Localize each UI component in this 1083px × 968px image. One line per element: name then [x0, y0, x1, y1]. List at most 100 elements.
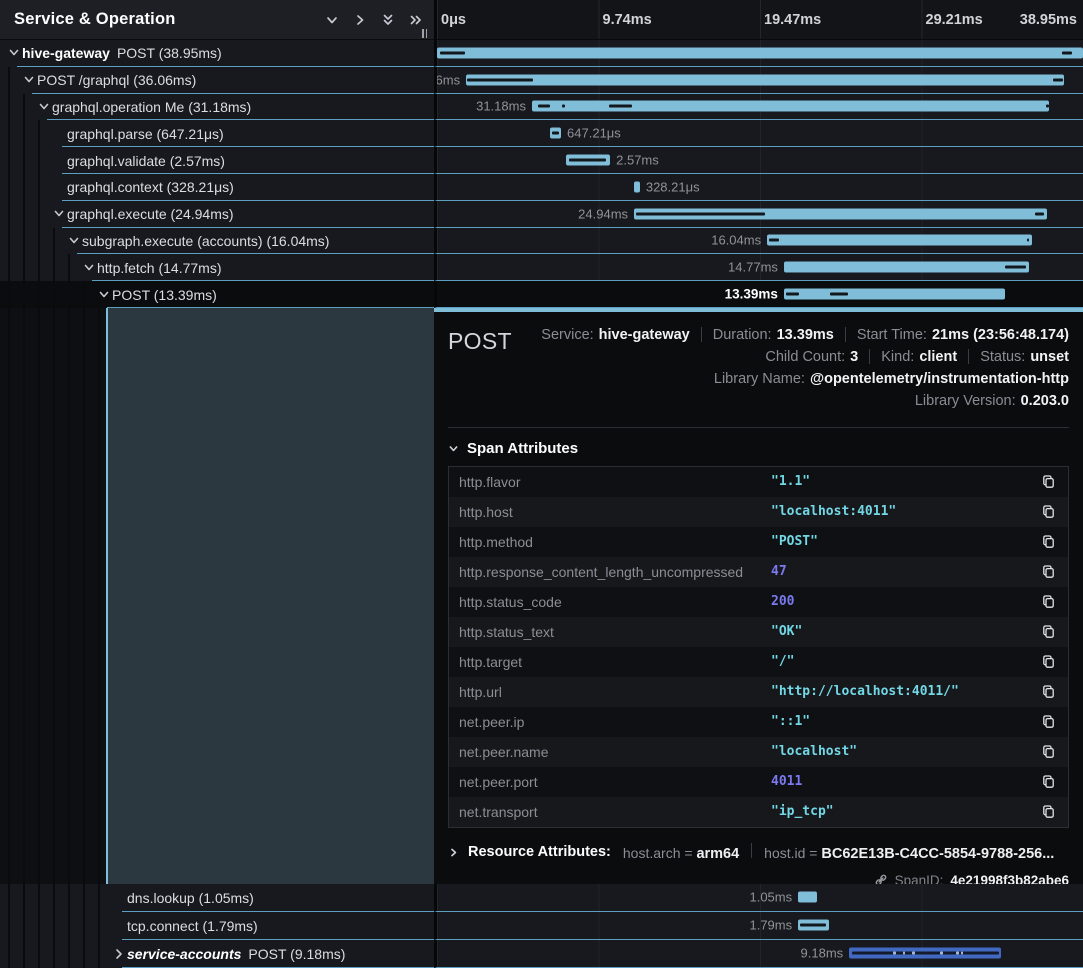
copy-icon[interactable] — [1041, 744, 1056, 759]
tree-indent-guide — [83, 884, 85, 912]
span-duration-bar[interactable] — [767, 235, 1032, 246]
child-span-tick — [440, 51, 465, 54]
meta-value: unset — [1030, 349, 1069, 365]
tree-indent-guide — [53, 281, 55, 308]
span-row[interactable]: service-accountsPOST (9.18ms)9.18ms — [0, 940, 1083, 968]
span-name-cell[interactable]: http.fetch (14.77ms) — [0, 254, 434, 281]
span-duration-bar[interactable] — [634, 181, 640, 192]
tree-indent-guide — [23, 884, 25, 912]
child-span-tick — [562, 105, 565, 108]
span-bar-cell[interactable]: 13.39ms — [434, 281, 1083, 308]
span-name-cell[interactable]: POST (13.39ms) — [0, 281, 434, 308]
span-row[interactable]: dns.lookup (1.05ms)1.05ms — [0, 884, 1083, 912]
span-bar-cell[interactable]: 16.04ms — [434, 228, 1083, 255]
chevron-down-icon[interactable] — [8, 47, 20, 59]
chevron-down-icon[interactable] — [53, 208, 65, 220]
span-row[interactable]: graphql.operation Me (31.18ms)31.18ms — [0, 94, 1083, 121]
span-duration-bar[interactable] — [466, 74, 1064, 85]
span-bar-cell[interactable]: 1.79ms — [434, 912, 1083, 940]
operation-name: subgraph.execute (accounts) (16.04ms) — [82, 233, 329, 249]
copy-icon[interactable] — [1041, 714, 1056, 729]
copy-icon[interactable] — [1041, 624, 1056, 639]
resource-key: host.id = — [764, 845, 821, 861]
tree-indent-guide — [23, 254, 25, 281]
span-duration-bar[interactable] — [437, 47, 1083, 58]
double-chevron-down-icon[interactable] — [374, 6, 402, 34]
span-name-cell[interactable]: graphql.validate (2.57ms) — [0, 147, 434, 174]
span-name-cell[interactable]: graphql.operation Me (31.18ms) — [0, 94, 434, 121]
span-name-cell[interactable]: dns.lookup (1.05ms) — [0, 884, 434, 912]
span-bar-cell[interactable]: 1.05ms — [434, 884, 1083, 912]
timeline-tick-label: 38.95ms — [1020, 12, 1077, 28]
meta-value: 3 — [850, 349, 858, 365]
span-duration-label: 14.77ms — [728, 260, 778, 275]
span-name-cell[interactable]: graphql.context (328.21μs) — [0, 174, 434, 201]
child-span-tick — [786, 293, 800, 296]
span-bar-cell[interactable]: 328.21μs — [434, 174, 1083, 201]
span-name-cell[interactable]: subgraph.execute (accounts) (16.04ms) — [0, 228, 434, 255]
chevron-down-icon[interactable] — [68, 235, 80, 247]
child-span-tick — [569, 159, 606, 162]
span-row[interactable]: graphql.parse (647.21μs)647.21μs — [0, 120, 1083, 147]
tree-indent-guide — [53, 254, 55, 281]
span-name-cell[interactable]: tcp.connect (1.79ms) — [0, 912, 434, 940]
span-bar-cell[interactable]: 2.57ms — [434, 147, 1083, 174]
span-row[interactable]: subgraph.execute (accounts) (16.04ms) 16.… — [0, 228, 1083, 255]
tree-indent-guide — [23, 120, 25, 147]
copy-icon[interactable] — [1041, 564, 1056, 579]
span-name-cell[interactable]: graphql.parse (647.21μs) — [0, 120, 434, 147]
span-duration-label: 13.39ms — [725, 287, 778, 302]
span-bar-cell[interactable]: 38.95ms — [434, 40, 1083, 67]
span-duration-bar[interactable] — [798, 892, 817, 903]
span-duration-label: 1.79ms — [749, 918, 792, 933]
chevron-right-icon[interactable] — [113, 948, 125, 960]
span-row[interactable]: graphql.context (328.21μs)328.21μs — [0, 174, 1083, 201]
tree-indent-guide — [83, 912, 85, 940]
meta-value: client — [919, 349, 957, 365]
span-bar-cell[interactable]: 14.77ms — [434, 254, 1083, 281]
span-attributes-toggle[interactable]: Span Attributes — [448, 440, 1069, 457]
copy-icon[interactable] — [1041, 684, 1056, 699]
span-name-cell[interactable]: hive-gatewayPOST (38.95ms) — [0, 40, 434, 67]
copy-icon[interactable] — [1041, 774, 1056, 789]
resource-attributes-title: Resource Attributes: — [468, 844, 611, 860]
copy-icon[interactable] — [1041, 804, 1056, 819]
span-bar-cell[interactable]: 24.94ms — [434, 201, 1083, 228]
chevron-right-icon[interactable] — [346, 6, 374, 34]
span-row[interactable]: tcp.connect (1.79ms) 1.79ms — [0, 912, 1083, 940]
span-row[interactable]: http.fetch (14.77ms) 14.77ms — [0, 254, 1083, 281]
attribute-key: http.response_content_length_uncompresse… — [449, 564, 771, 580]
span-name-cell[interactable]: POST /graphql (36.06ms) — [0, 67, 434, 94]
tree-indent-guide — [38, 884, 40, 912]
span-name-cell[interactable]: service-accountsPOST (9.18ms) — [0, 940, 434, 968]
span-bar-cell[interactable]: 647.21μs — [434, 120, 1083, 147]
copy-icon[interactable] — [1041, 474, 1056, 489]
span-name-cell[interactable]: graphql.execute (24.94ms) — [0, 201, 434, 228]
resource-attributes-row[interactable]: Resource Attributes: host.arch = arm64ho… — [448, 843, 1069, 862]
child-span-tick — [912, 952, 915, 955]
child-span-tick — [1035, 212, 1044, 215]
span-row[interactable]: graphql.execute (24.94ms)24.94ms — [0, 201, 1083, 228]
span-row[interactable]: POST (13.39ms) 13.39ms — [0, 281, 1083, 308]
meta-separator — [968, 349, 969, 364]
chevron-down-icon[interactable] — [98, 289, 110, 301]
chevron-down-icon[interactable] — [23, 74, 35, 86]
copy-icon[interactable] — [1041, 534, 1056, 549]
span-bar-cell[interactable]: 36.06ms — [434, 67, 1083, 94]
tree-indent-guide — [68, 254, 70, 281]
chevron-down-icon[interactable] — [83, 262, 95, 274]
meta-label: Kind: — [881, 349, 914, 365]
chevron-down-icon[interactable] — [38, 101, 50, 113]
span-duration-bar[interactable] — [784, 262, 1029, 273]
span-bar-cell[interactable]: 31.18ms — [434, 94, 1083, 121]
span-row[interactable]: POST /graphql (36.06ms)36.06ms — [0, 67, 1083, 94]
copy-icon[interactable] — [1041, 654, 1056, 669]
span-duration-bar[interactable] — [784, 289, 1005, 300]
copy-icon[interactable] — [1041, 594, 1056, 609]
span-row[interactable]: graphql.validate (2.57ms)2.57ms — [0, 147, 1083, 174]
chevron-down-icon[interactable] — [318, 6, 346, 34]
copy-icon[interactable] — [1041, 504, 1056, 519]
column-resize-grip[interactable] — [422, 29, 427, 38]
span-row[interactable]: hive-gatewayPOST (38.95ms)38.95ms — [0, 40, 1083, 67]
span-bar-cell[interactable]: 9.18ms — [434, 940, 1083, 968]
